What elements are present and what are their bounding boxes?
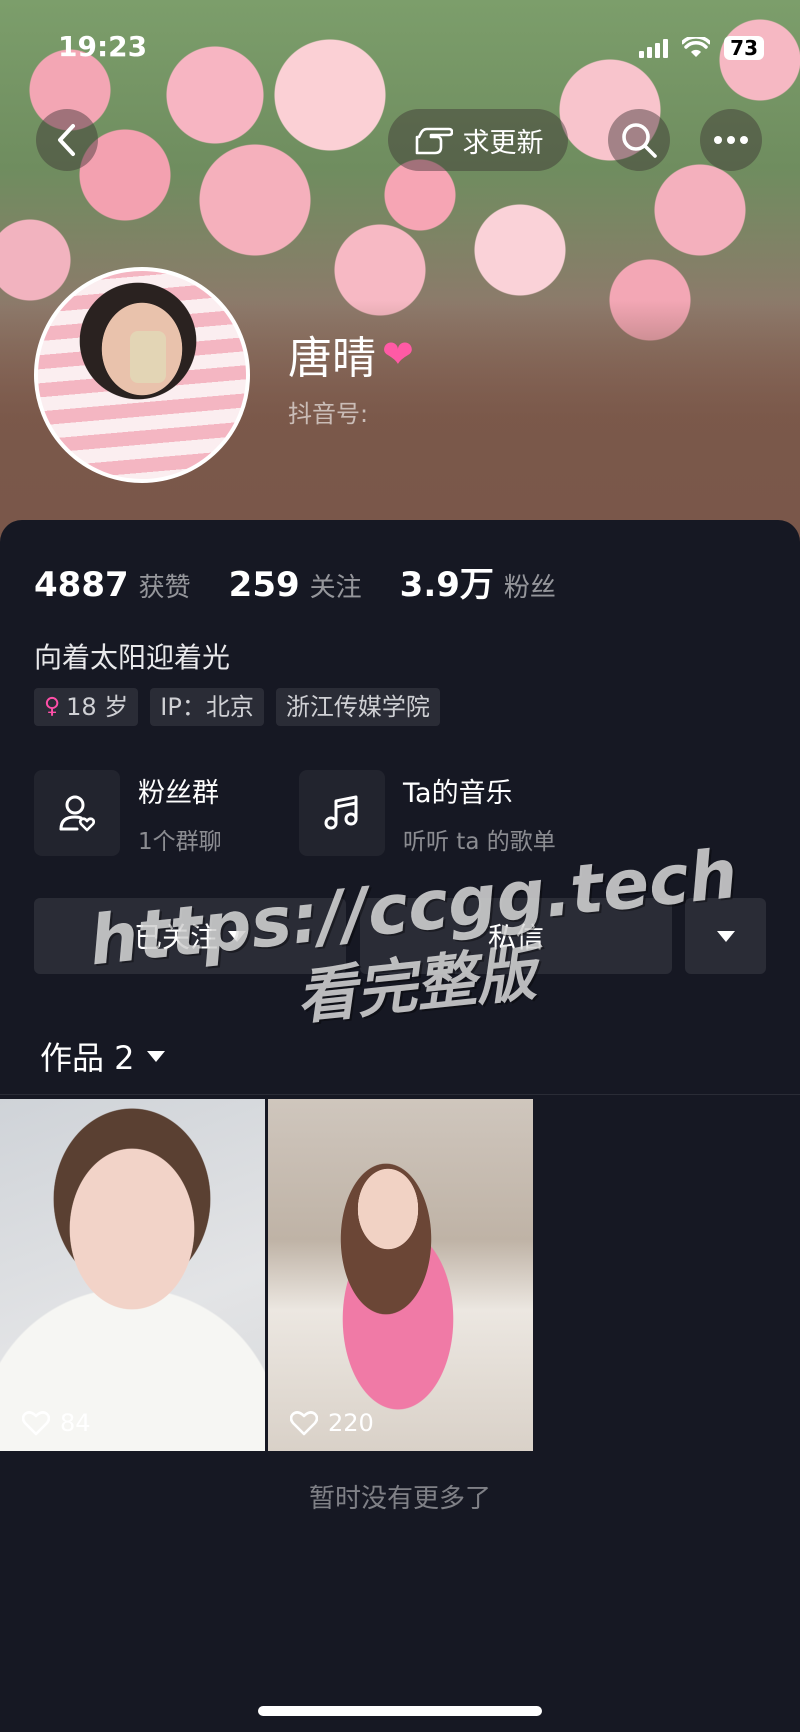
more-button[interactable] [700,109,762,171]
ip-tag: IP：北京 [150,688,264,726]
status-indicators: 73 [639,36,764,60]
heart-icon [22,1411,50,1436]
following-count[interactable]: 259 [229,565,300,605]
heart-icon [290,1411,318,1436]
avatar[interactable] [34,267,250,483]
age-tag: ♀ 18 岁 [34,688,139,726]
more-icon [714,136,748,144]
video-thumbnail[interactable]: 84 [0,1099,265,1451]
divider [0,1094,800,1095]
video-likes: 84 [22,1409,91,1437]
user-heart-icon [59,795,96,832]
video-thumbnail[interactable]: 220 [268,1099,533,1451]
profile-bio: 向着太阳迎着光 [34,641,231,674]
followers-label[interactable]: 粉丝 [504,567,556,604]
end-of-list-text: 暂时没有更多了 [308,1484,491,1514]
search-button[interactable] [608,109,670,171]
fan-group-card[interactable]: 粉丝群 1个群聊 [34,770,222,856]
likes-count: 4887 [34,565,129,605]
request-update-label: 求更新 [462,127,544,159]
battery-indicator: 73 [724,36,764,60]
age-tag-label: 18 岁 [66,693,129,721]
fan-group-icon-box [34,770,120,856]
music-card[interactable]: Ta的音乐 听听 ta 的歌单 [299,770,556,856]
likes-label: 获赞 [138,573,191,603]
avatar-phone-shape [130,331,166,383]
female-icon: ♀ [44,694,61,719]
music-note-icon [324,795,358,830]
wifi-icon [682,37,711,57]
profile-stats: 4887 获赞 259 关注 3.9万 粉丝 [34,557,594,606]
back-icon [58,124,75,156]
school-tag[interactable]: 浙江传媒学院 [275,688,440,726]
request-update-button[interactable]: 求更新 [388,109,568,171]
search-icon [622,123,657,158]
profile-name: 唐晴 ❤ [288,322,414,386]
back-button[interactable] [36,109,98,171]
signal-icon [639,38,669,58]
video-likes-count: 220 [328,1409,374,1437]
followers-count[interactable]: 3.9万 [400,557,494,606]
chevron-down-icon [146,1050,165,1062]
video-likes-count: 84 [60,1409,91,1437]
fan-group-title: 粉丝群 [138,777,219,809]
status-time: 19:23 [58,30,148,63]
following-label[interactable]: 关注 [310,567,362,604]
douyin-id: 抖音号: [288,400,369,428]
pointing-hand-icon [415,127,453,155]
video-likes: 220 [290,1409,374,1437]
music-sub: 听听 ta 的歌单 [403,828,556,855]
music-title: Ta的音乐 [403,777,513,809]
home-indicator[interactable] [258,1706,542,1716]
music-icon-box [299,770,385,856]
profile-name-text: 唐晴 [288,333,376,384]
pink-heart-icon: ❤ [382,332,414,376]
profile-tags: ♀ 18 岁 IP：北京 浙江传媒学院 [34,688,440,726]
fan-group-sub: 1个群聊 [138,828,222,855]
